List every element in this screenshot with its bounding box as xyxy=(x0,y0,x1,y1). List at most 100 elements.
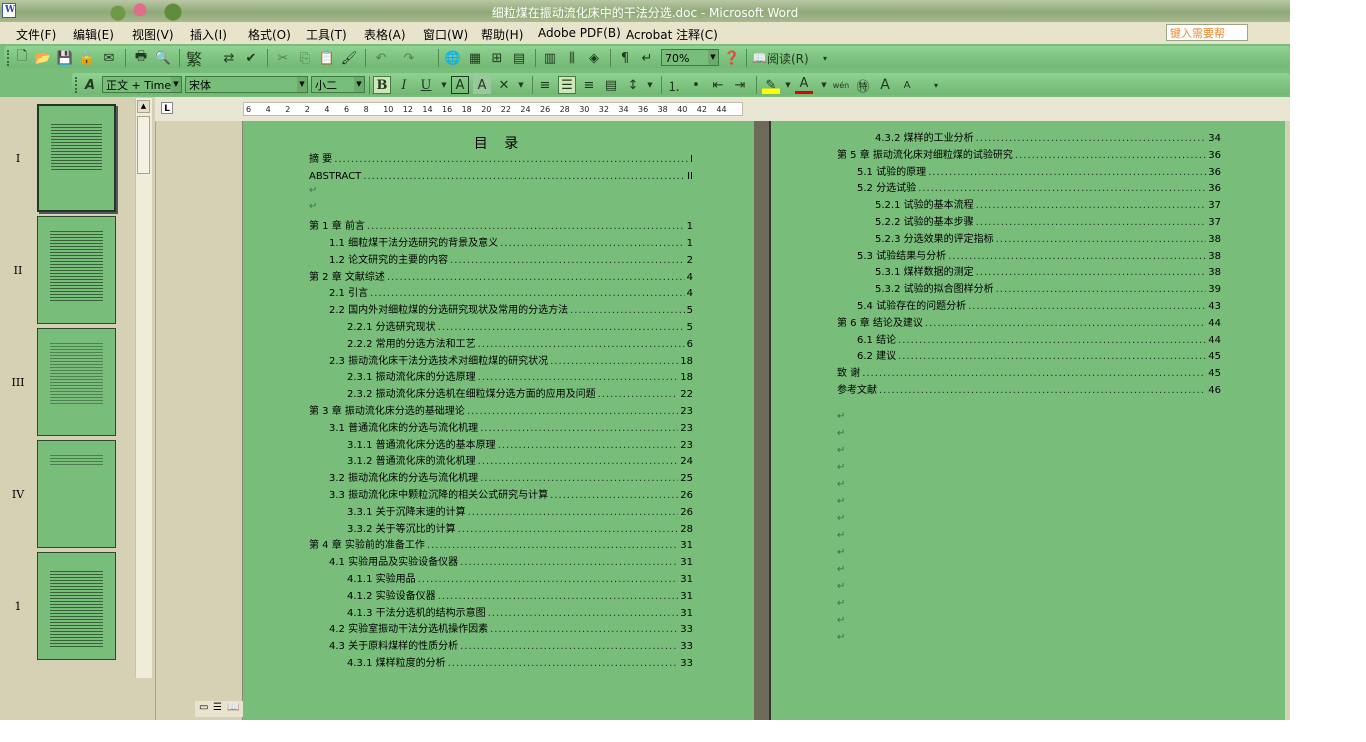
toc-entry[interactable]: 4.1.2 实验设备仪器 31 xyxy=(347,590,693,604)
menu-window[interactable]: 窗口(W) xyxy=(423,26,468,43)
show-hide-icon[interactable]: ¶ xyxy=(616,49,634,67)
toc-entry[interactable]: 2.3.2 振动流化床分选机在细粒煤分选方面的应用及问题 22 xyxy=(347,388,693,402)
traditional-chinese-button[interactable]: 繁 xyxy=(186,49,202,69)
character-shading-button[interactable]: A xyxy=(473,76,491,94)
open-folder-icon[interactable]: 📂 xyxy=(34,49,52,67)
toc-entry[interactable]: 5.2 分选试验 36 xyxy=(857,182,1221,196)
toc-entry[interactable]: 4.1.1 实验用品 31 xyxy=(347,573,693,587)
numbering-icon[interactable]: ⒈ xyxy=(665,76,683,95)
toc-entry[interactable]: 第 4 章 实验前的准备工作 31 xyxy=(309,539,693,553)
thumbnail-page[interactable] xyxy=(37,328,116,436)
thumbnail-page[interactable] xyxy=(37,104,116,212)
toc-entry[interactable]: 3.1 普通流化床的分选与流化机理 23 xyxy=(329,422,693,436)
distributed-align-icon[interactable]: ▤ xyxy=(602,76,620,94)
toc-entry[interactable]: 3.1.1 普通流化床分选的基本原理 23 xyxy=(347,439,693,453)
columns-icon[interactable]: ▥ xyxy=(541,49,559,67)
insert-table-icon[interactable]: ⊞ xyxy=(488,49,506,67)
toc-entry[interactable]: 4.1.3 干法分选机的结构示意图 31 xyxy=(347,607,693,621)
character-scaling-icon[interactable]: ✕ xyxy=(495,76,513,94)
toc-entry[interactable]: 5.4 试验存在的问题分析 43 xyxy=(857,300,1221,314)
thumbnail-page[interactable] xyxy=(37,216,116,324)
toc-entry[interactable]: 3.1.2 普通流化床的流化机理 24 xyxy=(347,455,693,469)
align-center-icon[interactable]: ☰ xyxy=(558,76,576,94)
chevron-down-icon[interactable]: ▼ xyxy=(171,77,181,92)
pilcrow-icon[interactable]: ↵ xyxy=(638,49,656,67)
font-color-dropdown-icon[interactable]: ▼ xyxy=(815,76,833,94)
increase-indent-icon[interactable]: ⇥ xyxy=(731,76,749,94)
toc-entry[interactable]: 第 2 章 文献综述 4 xyxy=(309,271,693,285)
chevron-down-icon[interactable]: ▼ xyxy=(297,77,307,92)
save-icon[interactable]: 💾 xyxy=(56,49,74,67)
toc-entry[interactable]: 1.2 论文研究的主要的内容 2 xyxy=(329,254,693,268)
thumbnail-page[interactable] xyxy=(37,440,116,548)
toolbar-options-icon[interactable]: ▾ xyxy=(816,49,834,67)
thumbnail-page[interactable] xyxy=(37,552,116,660)
thumbnail-scrollbar[interactable]: ▲ xyxy=(135,98,152,678)
bullets-icon[interactable]: • xyxy=(687,76,705,94)
align-justify-icon[interactable]: ≡ xyxy=(536,76,554,94)
read-button[interactable]: 📖 阅读(R) xyxy=(752,49,809,67)
toc-entry[interactable]: 6.2 建议 45 xyxy=(857,350,1221,364)
menu-help[interactable]: 帮助(H) xyxy=(481,26,523,43)
toc-entry[interactable]: 5.3 试验结果与分析 38 xyxy=(857,250,1221,264)
toc-entry[interactable]: 第 1 章 前言 1 xyxy=(309,220,693,234)
document-page[interactable]: 4.3.2 煤样的工业分析34 第 5 章 振动流化床对细粒煤的试验研究36 5.1… xyxy=(769,121,1285,720)
outline-view-icon[interactable]: ☰ xyxy=(213,702,222,713)
scroll-thumb[interactable] xyxy=(137,116,150,174)
toc-entry[interactable]: 1.1 细粒煤干法分选研究的背景及意义 1 xyxy=(329,237,693,251)
toc-entry[interactable]: 4.2 实验室振动干法分选机操作因素 33 xyxy=(329,623,693,637)
web-layout-view-icon[interactable]: ▭ xyxy=(199,702,208,713)
toc-entry[interactable]: 2.2.1 分选研究现状 5 xyxy=(347,321,693,335)
toolbar-grip[interactable] xyxy=(7,50,12,66)
menu-view[interactable]: 视图(V) xyxy=(132,26,174,43)
toolbar-grip[interactable] xyxy=(75,77,80,93)
help-icon[interactable]: ❓ xyxy=(723,49,741,67)
character-border-button[interactable]: A xyxy=(451,76,469,94)
highlight-icon[interactable]: ✎ xyxy=(762,76,780,94)
toc-entry[interactable]: 5.1 试验的原理 36 xyxy=(857,166,1221,180)
chevron-down-icon[interactable]: ▼ xyxy=(708,50,718,65)
zoom-combo[interactable]: 70% ▼ xyxy=(661,49,719,66)
toc-entry[interactable]: 摘 要I xyxy=(309,153,693,167)
hyperlink-icon[interactable]: 🌐 xyxy=(444,49,462,67)
toc-entry[interactable]: 3.2 振动流化床的分选与流化机理 25 xyxy=(329,472,693,486)
toc-entry[interactable]: 3.3.2 关于等沉比的计算 28 xyxy=(347,523,693,537)
menu-adobe-pdf[interactable]: Adobe PDF(B) xyxy=(538,26,621,40)
grow-font-button[interactable]: A xyxy=(876,76,894,94)
underline-button[interactable]: U xyxy=(417,76,435,94)
toc-entry[interactable]: 4.3.2 煤样的工业分析 34 xyxy=(875,132,1221,146)
styles-pane-icon[interactable]: A xyxy=(81,76,99,94)
print-icon[interactable]: 🖶 xyxy=(132,49,150,67)
decrease-indent-icon[interactable]: ⇤ xyxy=(709,76,727,94)
format-painter-icon[interactable]: 🖌 xyxy=(340,49,358,67)
paste-icon[interactable]: 📋 xyxy=(318,49,336,67)
font-color-button[interactable]: A xyxy=(795,76,813,94)
enclose-character-icon[interactable]: ㊕ xyxy=(854,76,872,95)
line-spacing-icon[interactable]: ↕ xyxy=(624,76,642,94)
menu-edit[interactable]: 编辑(E) xyxy=(73,26,114,43)
toc-entry[interactable]: 5.2.1 试验的基本流程 37 xyxy=(875,199,1221,213)
drawing-icon[interactable]: ⫼ xyxy=(563,49,581,67)
toc-entry[interactable]: 2.1 引言 4 xyxy=(329,287,693,301)
font-combo[interactable]: 宋体 ▼ xyxy=(185,76,308,93)
toc-entry[interactable]: 第 5 章 振动流化床对细粒煤的试验研究 36 xyxy=(837,149,1221,163)
toc-entry[interactable]: 参考文献 46 xyxy=(837,384,1221,398)
horizontal-ruler[interactable]: L 6 4 2 2 4 6 8 10 12 14 16 18 20 22 24 26 28 30 32 34 36 38 4… xyxy=(155,97,1290,122)
tab-selector[interactable]: L xyxy=(161,102,173,114)
toc-entry[interactable]: 3.3 振动流化床中颗粒沉降的相关公式研究与计算 26 xyxy=(329,489,693,503)
research-icon[interactable]: ⇄ xyxy=(220,49,238,67)
new-document-icon[interactable]: 🗋 xyxy=(13,49,31,67)
undo-icon[interactable]: ↶ xyxy=(372,49,390,67)
toc-entry[interactable]: 2.2 国内外对细粒煤的分选研究现状及常用的分选方法 5 xyxy=(329,304,693,318)
menu-format[interactable]: 格式(O) xyxy=(248,26,291,43)
redo-icon[interactable]: ↷ xyxy=(400,49,418,67)
tables-borders-icon[interactable]: ▦ xyxy=(466,49,484,67)
toc-entry[interactable]: 5.2.2 试验的基本步骤 37 xyxy=(875,216,1221,230)
menu-file[interactable]: 文件(F) xyxy=(16,26,56,43)
toc-entry[interactable]: 2.3 振动流化床干法分选技术对细粒煤的研究状况 18 xyxy=(329,355,693,369)
style-combo[interactable]: 正文 + Time ▼ xyxy=(102,76,182,93)
menu-table[interactable]: 表格(A) xyxy=(364,26,406,43)
print-preview-icon[interactable]: 🔍 xyxy=(154,49,172,67)
ask-question-box[interactable]: 键入需要帮 xyxy=(1166,24,1248,41)
toc-entry[interactable]: 5.2.3 分选效果的评定指标 38 xyxy=(875,233,1221,247)
